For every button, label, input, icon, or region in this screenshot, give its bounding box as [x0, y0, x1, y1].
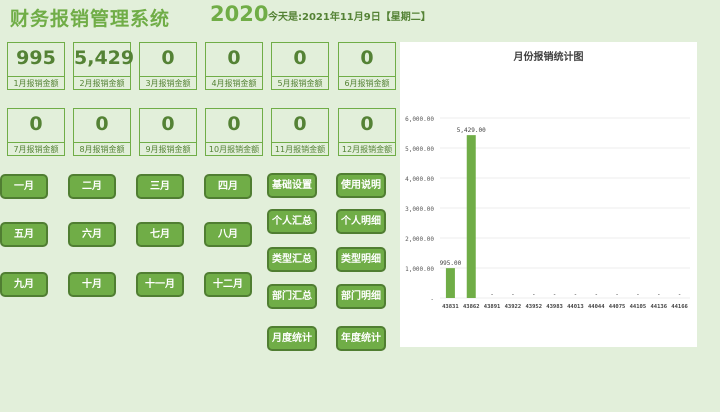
month-button-3[interactable]: 三月 [136, 174, 184, 199]
kpi-value: 0 [360, 47, 374, 69]
x-tick-label: 43831 [442, 304, 459, 310]
kpi-label: 1月报销金额 [8, 76, 64, 90]
y-tick-label: 2,000.00 [405, 236, 434, 243]
month-button-12[interactable]: 十二月 [204, 272, 252, 297]
data-label: - [678, 291, 682, 298]
user-guide-button[interactable]: 使用说明 [336, 173, 386, 198]
month-button-5[interactable]: 五月 [0, 222, 48, 247]
kpi-value: 0 [293, 113, 307, 135]
monthly-stats-button[interactable]: 月度统计 [267, 326, 317, 351]
kpi-label: 6月报销金额 [339, 76, 395, 90]
department-summary-button[interactable]: 部门汇总 [267, 284, 317, 309]
x-tick-label: 44136 [650, 304, 667, 310]
data-label: 5,429.00 [457, 127, 486, 134]
data-label: - [594, 291, 598, 298]
month-button-7[interactable]: 七月 [136, 222, 184, 247]
data-label: - [615, 291, 619, 298]
x-tick-label: 44166 [671, 304, 688, 310]
month-button-4[interactable]: 四月 [204, 174, 252, 199]
y-tick-label: 4,000.00 [405, 176, 434, 183]
kpi-card-month-8: 0 8月报销金额 [73, 108, 131, 156]
kpi-value: 0 [161, 47, 175, 69]
month-button-11[interactable]: 十一月 [136, 272, 184, 297]
kpi-card-month-1: 995 1月报销金额 [7, 42, 65, 90]
bar-43862 [466, 135, 476, 298]
department-detail-button[interactable]: 部门明细 [336, 284, 386, 309]
kpi-label: 12月报销金额 [339, 142, 395, 156]
basic-settings-button[interactable]: 基础设置 [267, 173, 317, 198]
month-button-8[interactable]: 八月 [204, 222, 252, 247]
month-button-10[interactable]: 十月 [68, 272, 116, 297]
data-label: - [553, 291, 557, 298]
y-tick-label: - [430, 296, 434, 303]
year-display: 2020 [210, 2, 269, 26]
kpi-value: 0 [29, 113, 43, 135]
x-tick-label: 44044 [588, 304, 605, 310]
chart-svg: - 1,000.00 2,000.00 3,000.00 4,000.00 5,000.0… [405, 116, 690, 310]
type-detail-button[interactable]: 类型明细 [336, 247, 386, 272]
y-tick-label: 3,000.00 [405, 206, 434, 213]
kpi-value: 0 [95, 113, 109, 135]
type-summary-button[interactable]: 类型汇总 [267, 247, 317, 272]
kpi-card-month-10: 0 10月报销金额 [205, 108, 263, 156]
kpi-value: 0 [293, 47, 307, 69]
kpi-label: 7月报销金额 [8, 142, 64, 156]
kpi-value: 0 [227, 113, 241, 135]
yearly-stats-button[interactable]: 年度统计 [336, 326, 386, 351]
kpi-card-month-2: 5,429 2月报销金额 [73, 42, 135, 90]
data-label: - [574, 291, 578, 298]
kpi-label: 5月报销金额 [272, 76, 328, 90]
data-label: 995.00 [440, 260, 462, 267]
kpi-value: 0 [360, 113, 374, 135]
kpi-card-month-12: 0 12月报销金额 [338, 108, 396, 156]
x-tick-label: 43983 [546, 304, 563, 310]
kpi-label: 2月报销金额 [74, 76, 130, 90]
today-date: 今天是:2021年11月9日【星期二】 [268, 12, 431, 23]
month-button-6[interactable]: 六月 [68, 222, 116, 247]
kpi-card-month-5: 0 5月报销金额 [271, 42, 329, 90]
x-tick-label: 43891 [484, 304, 501, 310]
x-tick-label: 44013 [567, 304, 584, 310]
kpi-value: 5,429 [74, 47, 135, 69]
y-tick-label: 6,000.00 [405, 116, 434, 123]
data-label: - [657, 291, 661, 298]
data-label: - [532, 291, 536, 298]
kpi-card-month-4: 0 4月报销金额 [205, 42, 263, 90]
app-title: 财务报销管理系统 [10, 8, 171, 30]
bar-43831 [445, 268, 455, 298]
kpi-card-month-6: 0 6月报销金额 [338, 42, 396, 90]
x-tick-label: 43922 [505, 304, 522, 310]
kpi-value: 0 [227, 47, 241, 69]
kpi-card-month-9: 0 9月报销金额 [139, 108, 197, 156]
personal-detail-button[interactable]: 个人明细 [336, 209, 386, 234]
kpi-label: 9月报销金额 [140, 142, 196, 156]
x-tick-label: 43952 [525, 304, 542, 310]
kpi-value: 0 [161, 113, 175, 135]
y-tick-label: 1,000.00 [405, 266, 434, 273]
monthly-chart: 月份报销统计图 -1,000.00 2,000.00 3,000.00 4,000.0… [400, 42, 697, 347]
month-button-1[interactable]: 一月 [0, 174, 48, 199]
kpi-label: 10月报销金额 [206, 142, 262, 156]
kpi-label: 3月报销金额 [140, 76, 196, 90]
data-label: - [490, 291, 494, 298]
data-label: - [636, 291, 640, 298]
personal-summary-button[interactable]: 个人汇总 [267, 209, 317, 234]
kpi-card-month-7: 0 7月报销金额 [7, 108, 65, 156]
data-label: - [511, 291, 515, 298]
kpi-label: 11月报销金额 [272, 142, 328, 156]
month-button-2[interactable]: 二月 [68, 174, 116, 199]
kpi-label: 8月报销金额 [74, 142, 130, 156]
month-button-9[interactable]: 九月 [0, 272, 48, 297]
x-tick-label: 43862 [463, 304, 480, 310]
kpi-card-month-11: 0 11月报销金额 [271, 108, 329, 156]
kpi-card-month-3: 0 3月报销金额 [139, 42, 197, 90]
kpi-label: 4月报销金额 [206, 76, 262, 90]
x-tick-label: 44105 [630, 304, 647, 310]
x-tick-label: 44075 [609, 304, 626, 310]
y-tick-label: 5,000.00 [405, 146, 434, 153]
kpi-value: 995 [16, 47, 56, 69]
